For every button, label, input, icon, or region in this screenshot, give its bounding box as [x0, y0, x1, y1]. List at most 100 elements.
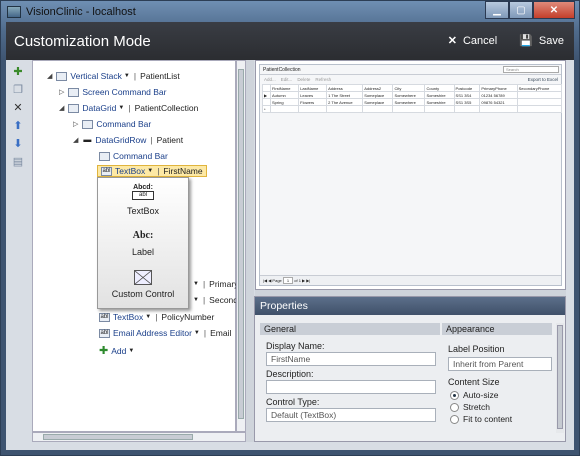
separator: | — [128, 103, 131, 113]
tree-node-command-bar[interactable]: ▷ Command Bar — [73, 119, 151, 129]
collapse-icon[interactable]: ◢ — [59, 104, 64, 112]
minimize-button[interactable]: ▁ — [485, 1, 509, 19]
collapse-icon[interactable]: ◢ — [47, 72, 52, 80]
table-cell: 2 The Avenue — [326, 98, 364, 106]
node-label: DataGridRow — [95, 135, 147, 145]
radio-stretch[interactable]: Stretch — [450, 402, 490, 412]
chevron-down-icon[interactable]: ▼ — [193, 281, 199, 287]
save-button[interactable]: 💾 Save — [519, 34, 564, 47]
radio-button[interactable] — [450, 390, 459, 400]
vertical-splitter[interactable] — [246, 60, 254, 442]
control-type-label: Control Type: — [266, 397, 320, 407]
tree-node-datagrid[interactable]: ◢ DataGrid ▼ | PatientCollection — [59, 103, 198, 113]
radio-auto-size[interactable]: Auto-size — [450, 390, 498, 400]
column-header[interactable]: County — [424, 84, 455, 92]
radio-button[interactable] — [450, 402, 459, 412]
table-cell: Flowers — [298, 98, 328, 106]
label-position-select[interactable]: Inherit from Parent — [448, 357, 552, 371]
separator: | — [155, 312, 158, 322]
chevron-down-icon[interactable]: ▼ — [147, 168, 153, 174]
table-row[interactable]: ▶ Autumn Leaves 1 The Street Someplace Somewh… — [262, 91, 563, 99]
move-down-icon[interactable]: ⬇ — [11, 138, 25, 150]
tree-node-screen-command-bar[interactable]: ▷ Screen Command Bar — [59, 87, 166, 97]
table-row[interactable]: Spring Flowers 2 The Avenue Someplace Somewh… — [262, 98, 563, 106]
preview-export[interactable]: Export to Excel — [528, 75, 558, 84]
separator: | — [157, 166, 160, 176]
tree-node-textbox-firstname[interactable]: abl TextBox ▼ | FirstName — [97, 165, 207, 177]
radio-fit-to-content[interactable]: Fit to content — [450, 414, 512, 424]
preview-title: PatientCollection — [263, 67, 301, 73]
add-item-icon[interactable]: ✚ — [11, 66, 25, 78]
preview-table: FirstName LastName Address Address2 City Coun… — [262, 84, 563, 113]
maximize-button[interactable]: ▢ — [509, 1, 533, 19]
tree-horizontal-scrollbar[interactable] — [32, 432, 246, 442]
close-button[interactable]: ✕ — [533, 1, 575, 19]
preview-search-input[interactable]: Search — [503, 66, 559, 73]
column-header[interactable]: Address — [326, 84, 364, 92]
column-header[interactable]: City — [392, 84, 426, 92]
preview-add[interactable]: Add... — [264, 77, 276, 82]
table-cell: 1 The Street — [326, 91, 364, 99]
label-preview-icon: Abc: — [132, 230, 154, 241]
separator: | — [203, 328, 207, 338]
node-label: TextBox — [113, 312, 144, 322]
tree-node-command-bar-2[interactable]: Command Bar — [99, 151, 168, 161]
general-section-header: General — [260, 323, 440, 335]
cancel-button[interactable]: ✕ Cancel — [448, 34, 497, 47]
collapse-icon[interactable]: ◢ — [73, 136, 78, 144]
expand-icon[interactable]: ▷ — [73, 120, 78, 128]
copy-icon[interactable]: ❐ — [11, 84, 25, 96]
tree-node-vertical-stack[interactable]: ◢ Vertical Stack ▼ | PatientList — [47, 71, 180, 81]
window-title: VisionClinic - localhost — [26, 6, 136, 18]
screen-preview: PatientCollection Search Add... Edit... D… — [255, 60, 566, 290]
chevron-down-icon[interactable]: ▼ — [145, 314, 151, 320]
node-binding: PatientCollection — [134, 103, 199, 113]
preview-refresh[interactable]: Refresh — [315, 77, 331, 82]
display-name-field[interactable]: FirstName — [266, 352, 436, 366]
table-cell[interactable] — [269, 105, 300, 113]
tree-node-add[interactable]: ✚ Add ▼ — [99, 344, 134, 357]
column-header[interactable]: LastName — [298, 84, 328, 92]
control-type-field[interactable]: Default (TextBox) — [266, 408, 436, 422]
popup-item-label-control[interactable]: Abc: Label — [98, 230, 188, 257]
preview-edit[interactable]: Edit... — [281, 77, 293, 82]
tree-vertical-scrollbar[interactable] — [236, 60, 246, 432]
pager-page-input[interactable]: 1 — [282, 277, 294, 284]
chevron-down-icon[interactable]: ▼ — [118, 105, 124, 111]
scroll-thumb[interactable] — [43, 434, 193, 440]
chevron-down-icon[interactable]: ▼ — [193, 297, 199, 303]
column-header[interactable]: SecondaryPhone — [516, 84, 563, 92]
textbox-icon: abl — [99, 312, 110, 322]
chevron-down-icon[interactable]: ▼ — [194, 330, 200, 336]
node-binding: FirstName — [163, 166, 203, 176]
textbox-icon: abl — [101, 166, 112, 176]
expand-icon[interactable]: ▷ — [59, 88, 64, 96]
tree-node-textbox-policy[interactable]: abl TextBox ▼ | PolicyNumber — [99, 312, 214, 322]
tree-node-email[interactable]: abl Email Address Editor ▼ | Email — [99, 328, 231, 338]
column-header[interactable]: FirstName — [269, 84, 300, 92]
move-up-icon[interactable]: ⬆ — [11, 120, 25, 132]
properties-icon[interactable]: ▤ — [11, 156, 25, 168]
column-header[interactable]: PrimaryPhone — [479, 84, 518, 92]
preview-delete[interactable]: Delete — [297, 77, 310, 82]
column-header[interactable]: Address2 — [362, 84, 394, 92]
chevron-down-icon[interactable]: ▼ — [128, 348, 134, 354]
properties-scrollbar[interactable] — [556, 323, 564, 433]
delete-icon[interactable]: ✕ — [11, 102, 25, 114]
popup-item-custom-control[interactable]: Custom Control — [98, 270, 188, 299]
table-cell: Someshire — [424, 91, 455, 99]
column-header[interactable]: Postcode — [453, 84, 481, 92]
table-new-row[interactable]: * — [262, 105, 563, 113]
scroll-thumb[interactable] — [238, 69, 244, 419]
separator: | — [150, 135, 153, 145]
table-cell: Someplace — [362, 98, 394, 106]
popup-item-textbox[interactable]: Abcd: abl TextBox — [98, 184, 188, 216]
radio-button[interactable] — [450, 414, 459, 424]
table-cell: Autumn — [269, 91, 300, 99]
description-field[interactable] — [266, 380, 436, 394]
node-label: Command Bar — [113, 151, 168, 161]
tree-node-datagrid-row[interactable]: ◢ ▬ DataGridRow | Patient — [73, 135, 183, 145]
chevron-down-icon[interactable]: ▼ — [124, 73, 130, 79]
preview-pager: |◀ ◀ Page 1 of 1 ▶ ▶| — [260, 275, 561, 285]
scroll-thumb[interactable] — [557, 325, 563, 429]
